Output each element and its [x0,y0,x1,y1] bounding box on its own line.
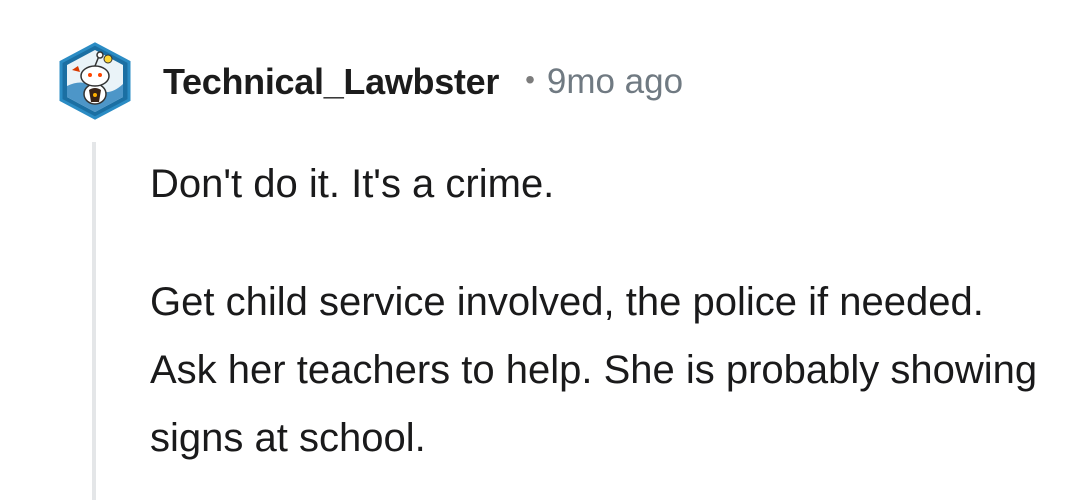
comment-timestamp[interactable]: 9mo ago [547,62,683,102]
username-link[interactable]: Technical_Lawbster [163,61,499,103]
meta-separator: • [525,64,535,95]
comment-paragraph: Get child service involved, the police i… [150,280,1038,460]
thread-collapse-line[interactable] [92,142,96,500]
comment-paragraph: Don't do it. It's a crime. [150,162,555,206]
snoo-avatar-icon [59,42,131,120]
comment-body: Don't do it. It's a crime. Get child ser… [150,150,1050,472]
comment-header: Technical_Lawbster • 9mo ago [163,58,683,106]
comment: Technical_Lawbster • 9mo ago Don't do it… [0,0,1080,500]
user-avatar[interactable] [58,42,132,120]
